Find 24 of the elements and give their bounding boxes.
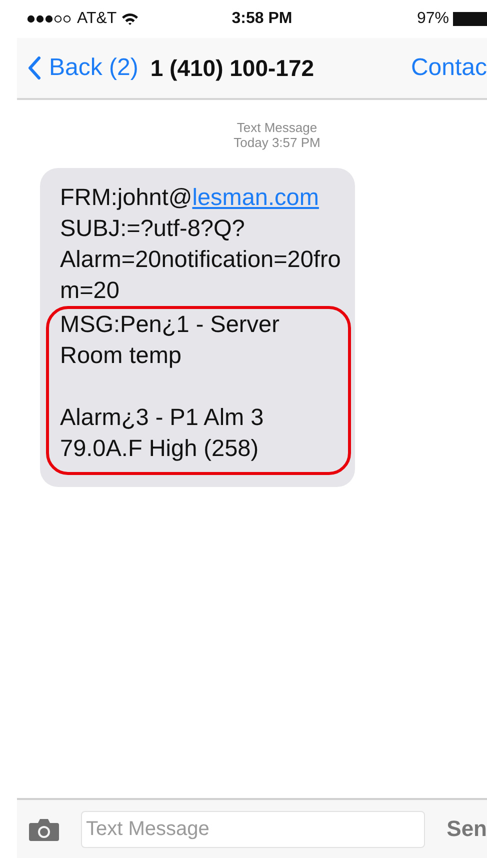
- message-line: m=20: [60, 276, 120, 305]
- message-line: Room temp: [60, 341, 182, 370]
- email-link[interactable]: lesman.com: [192, 184, 319, 210]
- message-timestamp: Today 3:57 PM: [234, 135, 320, 150]
- send-button[interactable]: Sen: [446, 816, 487, 842]
- message-line: Alarm¿3 - P1 Alm 3: [60, 403, 265, 432]
- message-line: MSG:Pen¿1 - Server: [60, 310, 280, 339]
- contact-title: 1 (410) 100-172: [150, 54, 314, 82]
- message-input-field[interactable]: Text Message: [81, 810, 425, 848]
- camera-icon: [29, 817, 59, 841]
- message-line: 79.0A.F High (258): [60, 434, 260, 463]
- carrier-name: AT&T: [77, 10, 117, 28]
- message-type-label: Text Message: [236, 120, 318, 135]
- back-button[interactable]: Back (2): [17, 54, 138, 82]
- chevron-left-icon: [27, 56, 41, 80]
- contact-button[interactable]: Contac: [410, 54, 487, 82]
- message-line: FRM:johnt@lesman.com: [60, 183, 320, 212]
- wifi-icon: [122, 13, 138, 25]
- signal-icon: [27, 14, 72, 24]
- battery-percent: 97%: [416, 10, 449, 28]
- status-time: 3:58 PM: [232, 10, 292, 28]
- message-line: SUBJ:=?utf-8?Q?: [60, 214, 246, 243]
- message-line: Alarm=20notification=20fro: [60, 245, 341, 274]
- battery-icon: [453, 12, 487, 26]
